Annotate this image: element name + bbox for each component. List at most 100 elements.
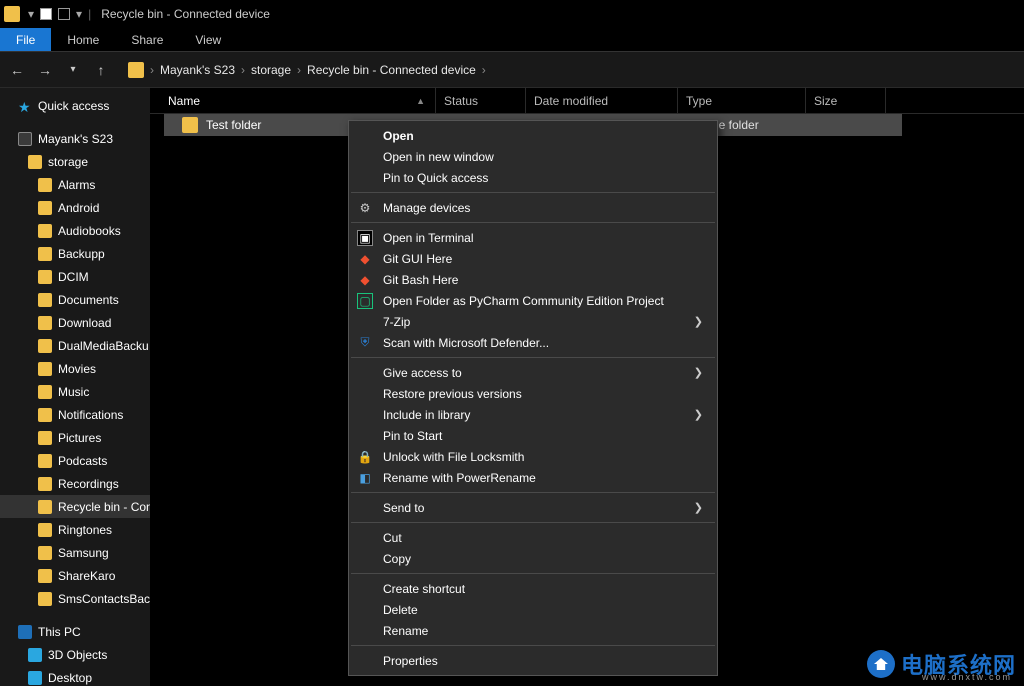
menu-item[interactable]: Give access to❯: [349, 362, 717, 383]
sidebar-folder[interactable]: Movies: [0, 357, 150, 380]
sidebar-folder[interactable]: Audiobooks: [0, 219, 150, 242]
sidebar-item-label: Quick access: [38, 99, 109, 113]
menu-item[interactable]: ▢Open Folder as PyCharm Community Editio…: [349, 290, 717, 311]
chevron-right-icon[interactable]: ›: [297, 63, 301, 77]
tab-home[interactable]: Home: [51, 28, 115, 51]
menu-item[interactable]: ◆Git GUI Here: [349, 248, 717, 269]
menu-item[interactable]: Include in library❯: [349, 404, 717, 425]
sidebar-folder[interactable]: Recordings: [0, 472, 150, 495]
menu-item[interactable]: Open: [349, 125, 717, 146]
sidebar-item-label: Recordings: [58, 477, 119, 491]
tab-share[interactable]: Share: [115, 28, 179, 51]
tab-view[interactable]: View: [179, 28, 237, 51]
sidebar-storage[interactable]: storage: [0, 150, 150, 173]
address-bar[interactable]: › Mayank's S23 › storage › Recycle bin -…: [120, 57, 1016, 83]
menu-item[interactable]: ◆Git Bash Here: [349, 269, 717, 290]
sidebar-item-label: DualMediaBacku: [58, 339, 149, 353]
sidebar-folder[interactable]: Notifications: [0, 403, 150, 426]
sidebar-folder[interactable]: DCIM: [0, 265, 150, 288]
git-icon: ◆: [357, 251, 373, 267]
menu-item[interactable]: Open in new window: [349, 146, 717, 167]
menu-item-label: Create shortcut: [383, 582, 465, 596]
sidebar-folder[interactable]: Music: [0, 380, 150, 403]
sidebar-folder[interactable]: Documents: [0, 288, 150, 311]
qat-checkbox-1[interactable]: [40, 8, 52, 20]
menu-item[interactable]: ⚙Manage devices: [349, 197, 717, 218]
menu-item[interactable]: Delete: [349, 599, 717, 620]
folder-icon: [38, 385, 52, 399]
menu-item[interactable]: ◧Rename with PowerRename: [349, 467, 717, 488]
col-size[interactable]: Size: [806, 88, 886, 113]
watermark-url: www.dnxtw.com: [922, 672, 1012, 682]
nav-forward-icon[interactable]: →: [36, 62, 54, 78]
menu-item[interactable]: Copy: [349, 548, 717, 569]
sidebar-folder[interactable]: ShareKaro: [0, 564, 150, 587]
nav-back-icon[interactable]: ←: [8, 62, 26, 78]
nav-recent-icon[interactable]: ▾: [64, 64, 82, 75]
chevron-right-icon[interactable]: ›: [482, 63, 486, 77]
chevron-right-icon[interactable]: ›: [150, 63, 154, 77]
col-type[interactable]: Type: [678, 88, 806, 113]
sidebar-folder[interactable]: Android: [0, 196, 150, 219]
navbar: ← → ▾ ↑ › Mayank's S23 › storage › Recyc…: [0, 52, 1024, 88]
folder-icon: [38, 546, 52, 560]
menu-item[interactable]: Pin to Quick access: [349, 167, 717, 188]
menu-item[interactable]: Rename: [349, 620, 717, 641]
window-title: Recycle bin - Connected device: [101, 7, 270, 21]
menu-item[interactable]: ⛨Scan with Microsoft Defender...: [349, 332, 717, 353]
chevron-right-icon: ❯: [694, 366, 703, 379]
col-name[interactable]: Name▲: [164, 88, 436, 113]
chevron-right-icon[interactable]: ›: [241, 63, 245, 77]
file-tab[interactable]: File: [0, 28, 51, 51]
sidebar-folder[interactable]: SmsContactsBac: [0, 587, 150, 610]
folder-icon: [38, 178, 52, 192]
menu-item[interactable]: ▣Open in Terminal: [349, 227, 717, 248]
menu-item[interactable]: 7-Zip❯: [349, 311, 717, 332]
sidebar-folder[interactable]: Samsung: [0, 541, 150, 564]
folder-icon: [182, 117, 198, 133]
qat-overflow-icon[interactable]: ▾: [76, 7, 82, 21]
menu-item[interactable]: Cut: [349, 527, 717, 548]
sidebar-quick-access[interactable]: ★Quick access: [0, 94, 150, 117]
sidebar-item-label: Audiobooks: [58, 224, 121, 238]
menu-item[interactable]: 🔒Unlock with File Locksmith: [349, 446, 717, 467]
sidebar-folder[interactable]: Backupp: [0, 242, 150, 265]
menu-item-label: Rename with PowerRename: [383, 471, 536, 485]
objects-icon: [28, 648, 42, 662]
sidebar-folder[interactable]: Pictures: [0, 426, 150, 449]
sidebar-item-label: Podcasts: [58, 454, 107, 468]
col-date[interactable]: Date modified: [526, 88, 678, 113]
qat-dropdown-icon[interactable]: ▾: [28, 7, 34, 21]
sidebar-folder[interactable]: Ringtones: [0, 518, 150, 541]
menu-item-label: Cut: [383, 531, 402, 545]
sidebar-folder[interactable]: Download: [0, 311, 150, 334]
column-headers: Name▲ Status Date modified Type Size: [150, 88, 1024, 114]
file-type: File folder: [706, 118, 834, 132]
sidebar-this-pc[interactable]: This PC: [0, 620, 150, 643]
folder-icon: [38, 408, 52, 422]
sidebar-folder[interactable]: Podcasts: [0, 449, 150, 472]
folder-icon: [38, 270, 52, 284]
desktop-icon: [28, 671, 42, 685]
breadcrumb[interactable]: storage: [251, 63, 291, 77]
col-label: Name: [168, 94, 200, 108]
sidebar-desktop[interactable]: Desktop: [0, 666, 150, 686]
sidebar-3d-objects[interactable]: 3D Objects: [0, 643, 150, 666]
sidebar-folder[interactable]: Alarms: [0, 173, 150, 196]
nav-up-icon[interactable]: ↑: [92, 62, 110, 78]
menu-item[interactable]: Send to❯: [349, 497, 717, 518]
sidebar-folder[interactable]: DualMediaBacku: [0, 334, 150, 357]
qat-checkbox-2[interactable]: [58, 8, 70, 20]
menu-item-label: Delete: [383, 603, 418, 617]
menu-separator: [351, 357, 715, 358]
sidebar-item-label: Recycle bin - Con: [58, 500, 150, 514]
col-status[interactable]: Status: [436, 88, 526, 113]
breadcrumb[interactable]: Recycle bin - Connected device: [307, 63, 476, 77]
menu-item[interactable]: Properties: [349, 650, 717, 671]
menu-item[interactable]: Pin to Start: [349, 425, 717, 446]
sidebar-folder[interactable]: Recycle bin - Con: [0, 495, 150, 518]
breadcrumb[interactable]: Mayank's S23: [160, 63, 235, 77]
menu-item[interactable]: Restore previous versions: [349, 383, 717, 404]
sidebar-device-root[interactable]: Mayank's S23: [0, 127, 150, 150]
menu-item[interactable]: Create shortcut: [349, 578, 717, 599]
